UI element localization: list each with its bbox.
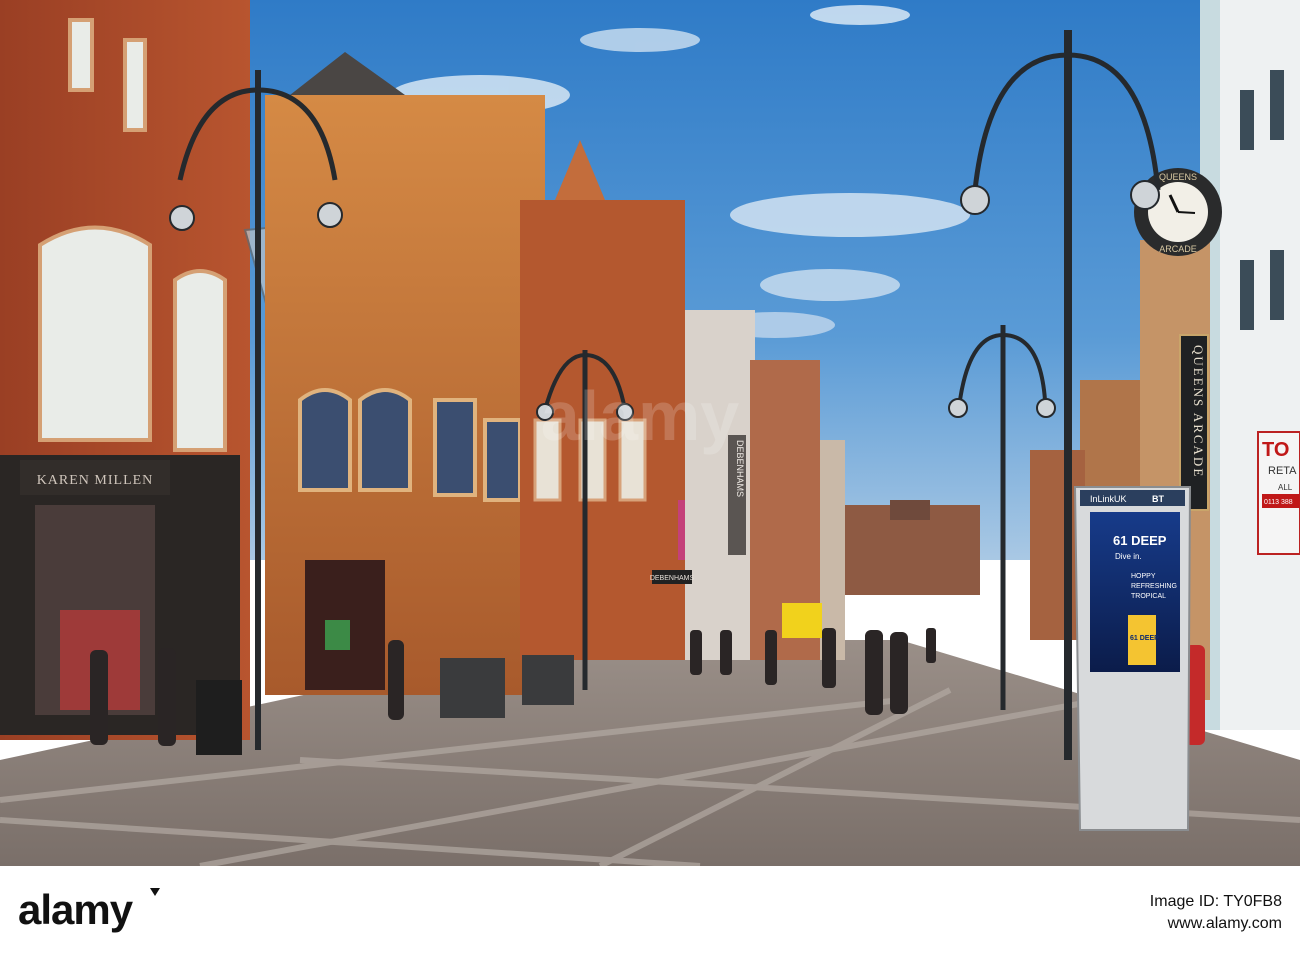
alamy-logo: alamy — [18, 886, 134, 933]
svg-text:TO: TO — [1262, 439, 1289, 461]
recycling-bin-1 — [440, 658, 505, 718]
image-id: Image ID: TY0FB8 — [1150, 893, 1282, 910]
debenhams-shop-sign: DEBENHAMS — [650, 575, 695, 582]
right-white-building — [1210, 0, 1300, 730]
svg-text:TROPICAL: TROPICAL — [1131, 593, 1166, 600]
recycling-bin-2 — [522, 655, 574, 705]
svg-text:REFRESHING: REFRESHING — [1131, 583, 1177, 590]
yellow-van — [782, 603, 822, 638]
karen-millen-sign: KAREN MILLEN — [37, 473, 154, 488]
svg-text:0113 388: 0113 388 — [1264, 499, 1293, 506]
kiosk-bt: BT — [1152, 494, 1164, 504]
alamy-watermark: alamy — [541, 377, 740, 455]
svg-text:QUEENS: QUEENS — [1159, 172, 1197, 182]
litter-bin-1 — [196, 680, 242, 755]
svg-text:ARCADE: ARCADE — [1159, 244, 1197, 254]
svg-text:RETA: RETA — [1268, 465, 1297, 477]
alamy-url: www.alamy.com — [1167, 915, 1282, 932]
svg-text:HOPPY: HOPPY — [1131, 573, 1156, 580]
svg-text:QUEENS ARCADE: QUEENS ARCADE — [1191, 345, 1206, 478]
alamy-logo-mark — [150, 888, 160, 896]
street-scene-photo: KAREN MILLEN DEBENHAMS DEBENHAMS QUEENS … — [0, 0, 1300, 866]
alamy-footer: alamy Image ID: TY0FB8 www.alamy.com — [0, 866, 1300, 956]
svg-text:61 DEEP: 61 DEEP — [1130, 635, 1159, 642]
svg-text:61 DEEP: 61 DEEP — [1113, 533, 1167, 548]
kiosk-brand: InLinkUK — [1090, 494, 1127, 504]
svg-text:ALL: ALL — [1278, 483, 1293, 492]
svg-text:Dive in.: Dive in. — [1115, 552, 1142, 561]
